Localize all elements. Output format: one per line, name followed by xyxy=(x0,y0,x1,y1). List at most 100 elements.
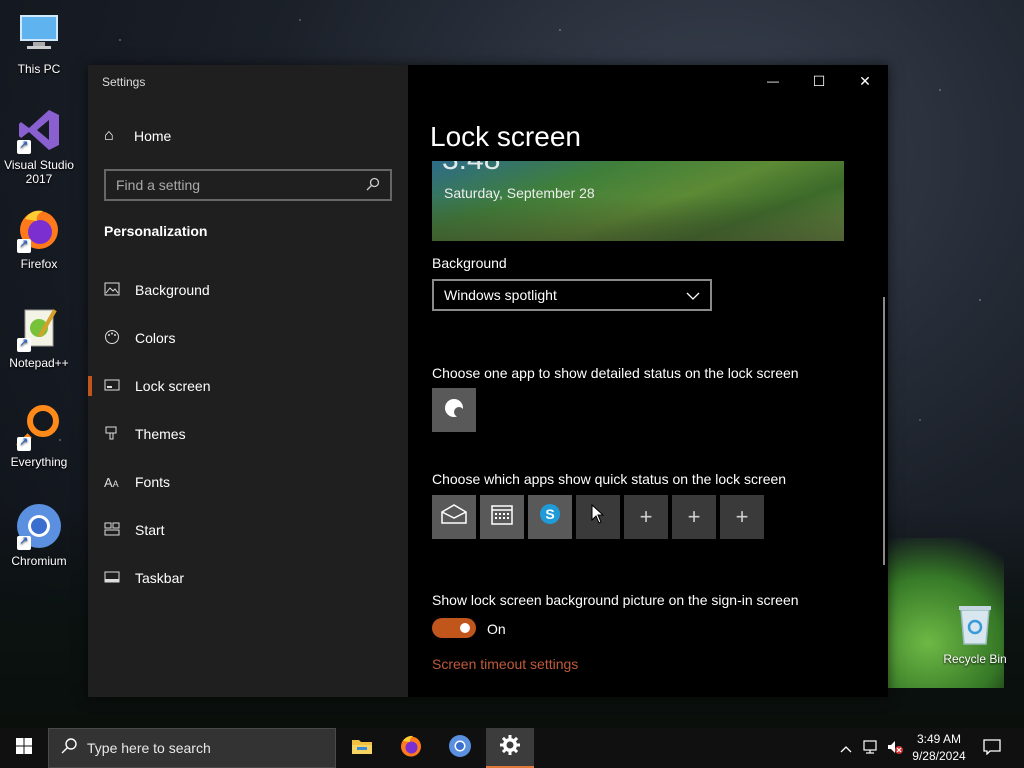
desktop-icon-label: This PC xyxy=(17,62,61,76)
desktop-icon-label: Notepad++ xyxy=(9,356,69,370)
mouse-cursor-icon xyxy=(591,503,605,530)
chevron-down-icon xyxy=(686,287,700,303)
palette-icon xyxy=(104,329,135,348)
quick-status-mail-button[interactable] xyxy=(432,495,476,539)
quick-status-empty-slot-button[interactable] xyxy=(576,495,620,539)
background-dropdown-value: Windows spotlight xyxy=(444,287,557,303)
signin-background-toggle[interactable] xyxy=(432,618,476,638)
taskbar-settings[interactable] xyxy=(486,728,534,768)
lock-screen-preview: 3:48 Saturday, September 28 xyxy=(432,161,844,241)
desktop-icon-everything[interactable]: Everything xyxy=(0,403,78,469)
sidebar-item-label: Taskbar xyxy=(135,570,185,586)
brush-icon xyxy=(104,425,135,444)
sidebar-item-label: Colors xyxy=(135,330,176,346)
shortcut-arrow-icon xyxy=(17,237,31,253)
sidebar-item-colors[interactable]: Colors xyxy=(104,318,394,358)
sidebar-item-label: Start xyxy=(135,522,165,538)
find-setting-search[interactable]: Find a setting xyxy=(104,169,392,201)
toggle-state-label: On xyxy=(487,621,506,637)
weather-app-icon xyxy=(442,396,466,424)
start-icon xyxy=(104,522,135,539)
desktop-icon-notepadpp[interactable]: Notepad++ xyxy=(0,304,78,370)
taskbar-firefox[interactable] xyxy=(387,728,435,768)
taskbar-file-explorer[interactable] xyxy=(338,728,386,768)
quick-status-add-button[interactable]: + xyxy=(720,495,764,539)
sidebar-item-label: Fonts xyxy=(135,474,171,490)
sidebar-item-label: Background xyxy=(135,282,210,298)
nav-home-label: Home xyxy=(134,128,172,144)
sidebar-item-start[interactable]: Start xyxy=(104,510,394,550)
firefox-icon xyxy=(399,734,423,763)
home-icon: ⌂ xyxy=(104,127,114,144)
window-title: Settings xyxy=(102,75,146,89)
firefox-icon xyxy=(15,205,63,253)
network-tray-icon-button[interactable] xyxy=(860,728,882,768)
sidebar-item-themes[interactable]: Themes xyxy=(104,414,394,454)
sidebar-item-label: Lock screen xyxy=(135,378,211,394)
show-hidden-icons-button[interactable] xyxy=(836,728,856,768)
chromium-icon xyxy=(15,502,63,550)
taskbar-search-box[interactable]: Type here to search xyxy=(48,728,336,768)
lock-screen-icon xyxy=(104,378,135,395)
start-button[interactable] xyxy=(0,728,48,768)
quick-status-add-button[interactable]: + xyxy=(624,495,668,539)
desktop-icon-chromium[interactable]: Chromium xyxy=(0,502,78,568)
desktop-icon-recycle-bin[interactable]: Recycle Bin xyxy=(936,600,1014,666)
screen-timeout-link[interactable]: Screen timeout settings xyxy=(432,656,578,672)
page-title: Lock screen xyxy=(430,121,581,152)
font-icon: AA xyxy=(104,474,119,490)
preview-time: 3:48 xyxy=(442,161,500,177)
desktop-icon-label: Visual Studio 2017 xyxy=(4,158,74,186)
shortcut-arrow-icon xyxy=(17,435,31,451)
shortcut-arrow-icon xyxy=(17,138,31,154)
detailed-status-label: Choose one app to show detailed status o… xyxy=(432,365,799,381)
everything-icon xyxy=(15,403,63,451)
desktop-icon-this-pc[interactable]: This PC xyxy=(0,10,78,76)
svg-text:S: S xyxy=(545,506,554,522)
search-placeholder: Find a setting xyxy=(116,177,201,193)
taskbar: Type here to search 3:49 AM 9/28/2024 xyxy=(0,728,1024,768)
content-scrollbar[interactable] xyxy=(883,297,885,565)
desktop-icon-visual-studio[interactable]: Visual Studio 2017 xyxy=(0,106,78,186)
taskbar-clock[interactable]: 3:49 AM 9/28/2024 xyxy=(906,731,972,765)
settings-nav-pane: Settings ⌂ Home Find a setting Personali… xyxy=(88,65,408,697)
skype-icon: S xyxy=(539,503,561,531)
maximize-button[interactable]: ☐ xyxy=(796,65,842,97)
desktop-icon-label: Everything xyxy=(10,455,68,469)
folder-icon xyxy=(351,737,373,760)
clock-date: 9/28/2024 xyxy=(912,749,966,763)
detailed-status-app-button[interactable] xyxy=(432,388,476,432)
taskbar-chromium[interactable] xyxy=(436,728,484,768)
gear-icon xyxy=(499,734,521,761)
plus-icon: + xyxy=(687,504,701,529)
desktop-icon-label: Firefox xyxy=(20,257,58,271)
sidebar-item-fonts[interactable]: AA Fonts xyxy=(104,462,394,502)
quick-status-label: Choose which apps show quick status on t… xyxy=(432,471,787,487)
plus-icon: + xyxy=(735,504,749,529)
clock-time: 3:49 AM xyxy=(916,732,962,746)
close-button[interactable]: ✕ xyxy=(842,65,888,97)
settings-window: Settings ⌂ Home Find a setting Personali… xyxy=(88,65,888,697)
quick-status-skype-button[interactable]: S xyxy=(528,495,572,539)
desktop-icon-firefox[interactable]: Firefox xyxy=(0,205,78,271)
minimize-button[interactable]: — xyxy=(750,65,796,97)
action-center-button[interactable] xyxy=(978,728,1006,768)
volume-muted-icon xyxy=(886,739,904,758)
visual-studio-icon xyxy=(15,106,63,154)
sidebar-item-background[interactable]: Background xyxy=(104,270,394,310)
quick-status-calendar-button[interactable] xyxy=(480,495,524,539)
sidebar-item-lock-screen[interactable]: Lock screen xyxy=(88,366,394,406)
volume-tray-icon-button[interactable] xyxy=(884,728,906,768)
desktop-icon-label: Chromium xyxy=(11,554,67,568)
sidebar-item-taskbar[interactable]: Taskbar xyxy=(104,558,394,598)
quick-status-add-button[interactable]: + xyxy=(672,495,716,539)
background-dropdown[interactable]: Windows spotlight xyxy=(432,279,712,311)
shortcut-arrow-icon xyxy=(17,534,31,550)
chevron-up-icon xyxy=(840,741,852,756)
nav-home[interactable]: ⌂ Home xyxy=(104,127,171,145)
sidebar-item-label: Themes xyxy=(135,426,186,442)
plus-icon: + xyxy=(639,504,653,529)
shortcut-arrow-icon xyxy=(17,336,31,352)
preview-date: Saturday, September 28 xyxy=(444,185,595,201)
notepadpp-icon xyxy=(15,304,63,352)
